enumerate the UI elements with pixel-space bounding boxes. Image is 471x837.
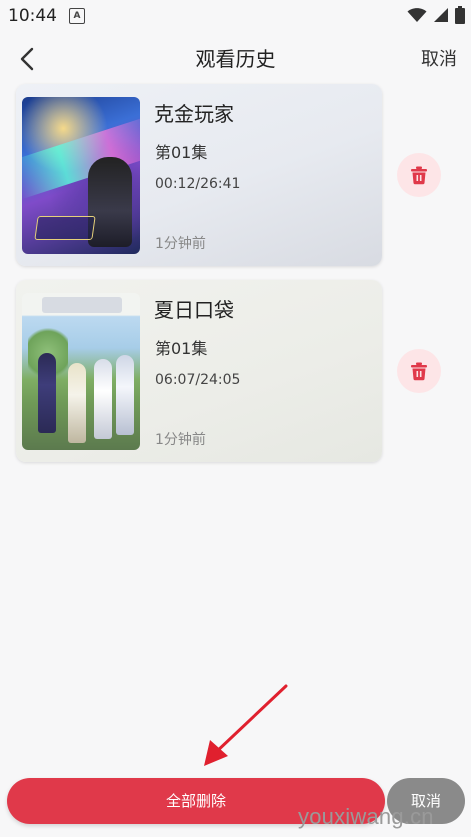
page-title: 观看历史 bbox=[195, 47, 276, 71]
history-item-title: 克金玩家 bbox=[154, 102, 234, 126]
cover-image bbox=[22, 97, 140, 254]
status-bar: 10:44 A bbox=[0, 0, 471, 32]
cover-art-figure bbox=[38, 353, 56, 433]
battery-icon bbox=[455, 6, 465, 24]
cancel-edit-button[interactable]: 取消 bbox=[421, 45, 457, 71]
history-item-time-ago: 1分钟前 bbox=[155, 236, 206, 252]
cover-art-figure bbox=[68, 363, 86, 443]
delete-item-button[interactable] bbox=[397, 153, 441, 197]
status-icons bbox=[407, 6, 465, 24]
cover-art-figure bbox=[88, 157, 132, 247]
nav-bar: 观看历史 取消 bbox=[0, 34, 471, 82]
trash-icon bbox=[411, 362, 427, 381]
history-item-title: 夏日口袋 bbox=[154, 298, 234, 322]
cover-art-title-mark bbox=[42, 297, 122, 313]
cover-image bbox=[22, 293, 140, 450]
notification-app-icon: A bbox=[69, 8, 85, 24]
cover-art-logo bbox=[34, 216, 96, 240]
cover-art-figure bbox=[116, 355, 134, 435]
watermark: youxiwang.cn bbox=[298, 804, 434, 829]
history-item-time-ago: 1分钟前 bbox=[155, 432, 206, 448]
history-item-episode: 第01集 bbox=[155, 339, 208, 358]
wifi-icon bbox=[407, 8, 427, 22]
cover-art-figure bbox=[94, 359, 112, 439]
delete-item-button[interactable] bbox=[397, 349, 441, 393]
trash-icon bbox=[411, 166, 427, 185]
history-item-progress: 00:12/26:41 bbox=[155, 176, 241, 192]
history-item[interactable]: 克金玩家 第01集 00:12/26:41 1分钟前 bbox=[16, 84, 382, 266]
status-time: 10:44 bbox=[8, 6, 57, 26]
signal-icon bbox=[434, 8, 448, 22]
arrow-annotation-icon bbox=[204, 684, 288, 766]
history-item[interactable]: 夏日口袋 第01集 06:07/24:05 1分钟前 bbox=[16, 280, 382, 462]
history-item-episode: 第01集 bbox=[155, 143, 208, 162]
history-item-progress: 06:07/24:05 bbox=[155, 372, 241, 388]
